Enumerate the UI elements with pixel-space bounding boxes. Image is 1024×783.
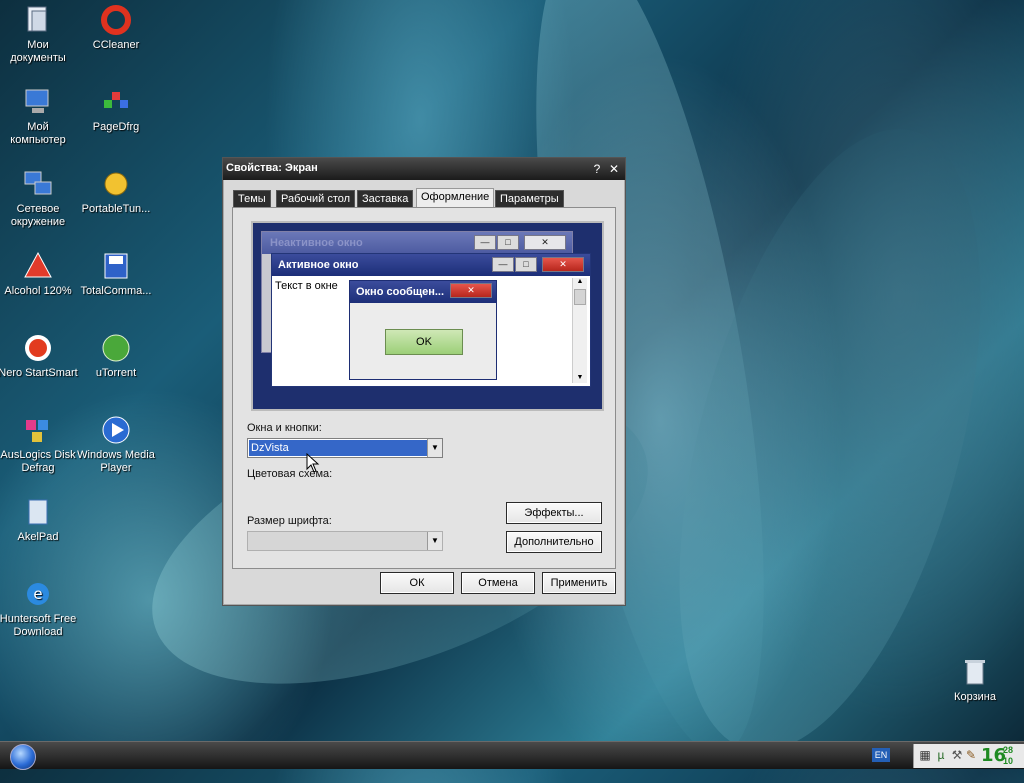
desktop-icon-label: Alcohol 120%	[4, 285, 72, 297]
tray-utorrent-icon[interactable]: µ	[934, 748, 948, 762]
desktop-icon-huntersoft[interactable]: e Huntersoft Free Download	[0, 578, 78, 639]
desktop-icon-wmp[interactable]: Windows Media Player	[76, 414, 156, 475]
close-icon: ✕	[542, 257, 584, 272]
system-tray: ▦ µ ⚒ ✎ 16 28 10	[913, 744, 1024, 768]
desktop-icon-recycle-bin[interactable]: Корзина	[935, 656, 1015, 704]
minimize-icon: —	[474, 235, 496, 250]
desktop-icon-nero[interactable]: Nero StartSmart	[0, 332, 78, 380]
display-properties-dialog: Свойства: Экран ? ✕ Темы Рабочий стол За…	[222, 157, 626, 606]
desktop-icon-label: CCleaner	[92, 39, 140, 51]
desktop-icon-label: uTorrent	[95, 367, 137, 379]
desktop-icon-label: Сетевое окружение	[10, 203, 66, 228]
network-icon	[24, 171, 52, 195]
help-button[interactable]: ?	[589, 161, 605, 177]
close-icon: ✕	[450, 283, 492, 298]
taskbar: EN ▦ µ ⚒ ✎ 16 28 10	[0, 741, 1024, 770]
windows-buttons-label: Окна и кнопки:	[247, 422, 322, 434]
totalcommander-icon	[104, 253, 128, 279]
scroll-down-icon: ▼	[576, 374, 584, 381]
desktop-icon-label: Мои документы	[10, 39, 66, 64]
desktop-icon-label: AusLogics Disk Defrag	[0, 449, 76, 474]
chevron-down-icon[interactable]: ▼	[427, 439, 442, 457]
desktop-icon-label: Мой компьютер	[10, 121, 66, 146]
utorrent-icon	[102, 334, 130, 362]
desktop-icon-ccleaner[interactable]: CCleaner	[76, 4, 156, 52]
tray-network-icon[interactable]: ⚒	[950, 748, 964, 762]
pagedfrg-icon	[104, 92, 128, 108]
language-indicator[interactable]: EN	[872, 748, 890, 762]
apply-button[interactable]: Применить	[542, 572, 616, 594]
desktop-icon-alcohol[interactable]: Alcohol 120%	[0, 250, 78, 298]
scroll-up-icon: ▲	[576, 278, 584, 285]
tab-appearance[interactable]: Оформление	[416, 188, 495, 208]
maximize-icon: □	[497, 235, 519, 250]
windows-buttons-select[interactable]: DzVista ▼	[247, 438, 443, 458]
desktop-icon-my-computer[interactable]: Мой компьютер	[0, 86, 78, 147]
preview-window-text: Текст в окне	[275, 280, 338, 292]
desktop-icon-my-documents[interactable]: Мои документы	[0, 4, 78, 65]
akelpad-icon	[28, 499, 48, 525]
preview-scrollbar: ▲ ▼	[572, 278, 587, 383]
preview-ok-button: OK	[385, 329, 463, 355]
auslogics-icon	[26, 420, 48, 442]
wmp-icon	[102, 416, 130, 444]
maximize-icon: □	[515, 257, 537, 272]
windows-buttons-value: DzVista	[249, 440, 427, 456]
desktop-icon-akelpad[interactable]: AkelPad	[0, 496, 78, 544]
tab-themes[interactable]: Темы	[233, 190, 271, 208]
font-size-label: Размер шрифта:	[247, 515, 332, 527]
svg-text:e: e	[33, 585, 42, 603]
tab-screensaver[interactable]: Заставка	[357, 190, 414, 208]
desktop-icon-label: TotalComma...	[80, 285, 152, 297]
font-size-select[interactable]: ▼	[247, 531, 443, 551]
my-computer-icon	[25, 89, 49, 113]
desktop-icon-utorrent[interactable]: uTorrent	[76, 332, 156, 380]
desktop-icon-label: Windows Media Player	[77, 449, 155, 474]
chevron-down-icon[interactable]: ▼	[427, 532, 442, 550]
desktop-icon-pagedfrg[interactable]: PageDfrg	[76, 86, 156, 134]
desktop-icon-auslogics[interactable]: AusLogics Disk Defrag	[0, 414, 78, 475]
preview-message-box: Окно сообщен... ✕ OK	[349, 280, 497, 380]
close-icon: ✕	[524, 235, 566, 250]
clock-minute-top: 28	[1003, 745, 1014, 755]
portabletuneup-icon	[104, 172, 128, 196]
desktop-icon-label: Корзина	[954, 691, 996, 703]
appearance-preview: Неактивное окно — □ ✕ Активное окно — □ …	[251, 221, 604, 411]
effects-button[interactable]: Эффекты...	[506, 502, 602, 524]
desktop-icon-label: Huntersoft Free Download	[0, 613, 77, 638]
my-documents-icon	[27, 6, 47, 32]
ccleaner-icon	[101, 5, 131, 35]
tab-settings[interactable]: Параметры	[495, 190, 564, 208]
advanced-button[interactable]: Дополнительно	[506, 531, 602, 553]
ok-button[interactable]: ОК	[380, 572, 454, 594]
mouse-cursor-icon	[306, 453, 320, 473]
recycle-bin-icon	[965, 660, 985, 685]
preview-inactive-title: Неактивное окно	[270, 237, 363, 249]
nero-icon	[25, 335, 51, 361]
start-button[interactable]	[10, 744, 36, 770]
tray-app-icon[interactable]: ▦	[918, 748, 932, 762]
dialog-title: Свойства: Экран	[226, 162, 318, 174]
desktop-icon-label: Nero StartSmart	[0, 367, 78, 379]
ie-icon: e	[27, 583, 49, 605]
desktop-icon-portabletuneup[interactable]: PortableTun...	[76, 168, 156, 216]
desktop-icon-totalcommander[interactable]: TotalComma...	[76, 250, 156, 298]
minimize-icon: —	[492, 257, 514, 272]
close-button[interactable]: ✕	[606, 161, 622, 177]
tray-tool-icon[interactable]: ✎	[964, 748, 978, 762]
desktop-icon-label: PortableTun...	[81, 203, 151, 215]
desktop-icon-label: AkelPad	[17, 531, 59, 543]
desktop-icon-label: PageDfrg	[92, 121, 140, 133]
cancel-button[interactable]: Отмена	[461, 572, 535, 594]
appearance-panel: Неактивное окно — □ ✕ Активное окно — □ …	[232, 207, 616, 569]
clock-minute-bottom: 10	[1003, 756, 1014, 766]
dialog-titlebar[interactable]: Свойства: Экран ? ✕	[223, 158, 625, 180]
tab-desktop[interactable]: Рабочий стол	[276, 190, 356, 208]
desktop-icon-network[interactable]: Сетевое окружение	[0, 168, 78, 229]
alcohol-icon	[24, 251, 52, 278]
